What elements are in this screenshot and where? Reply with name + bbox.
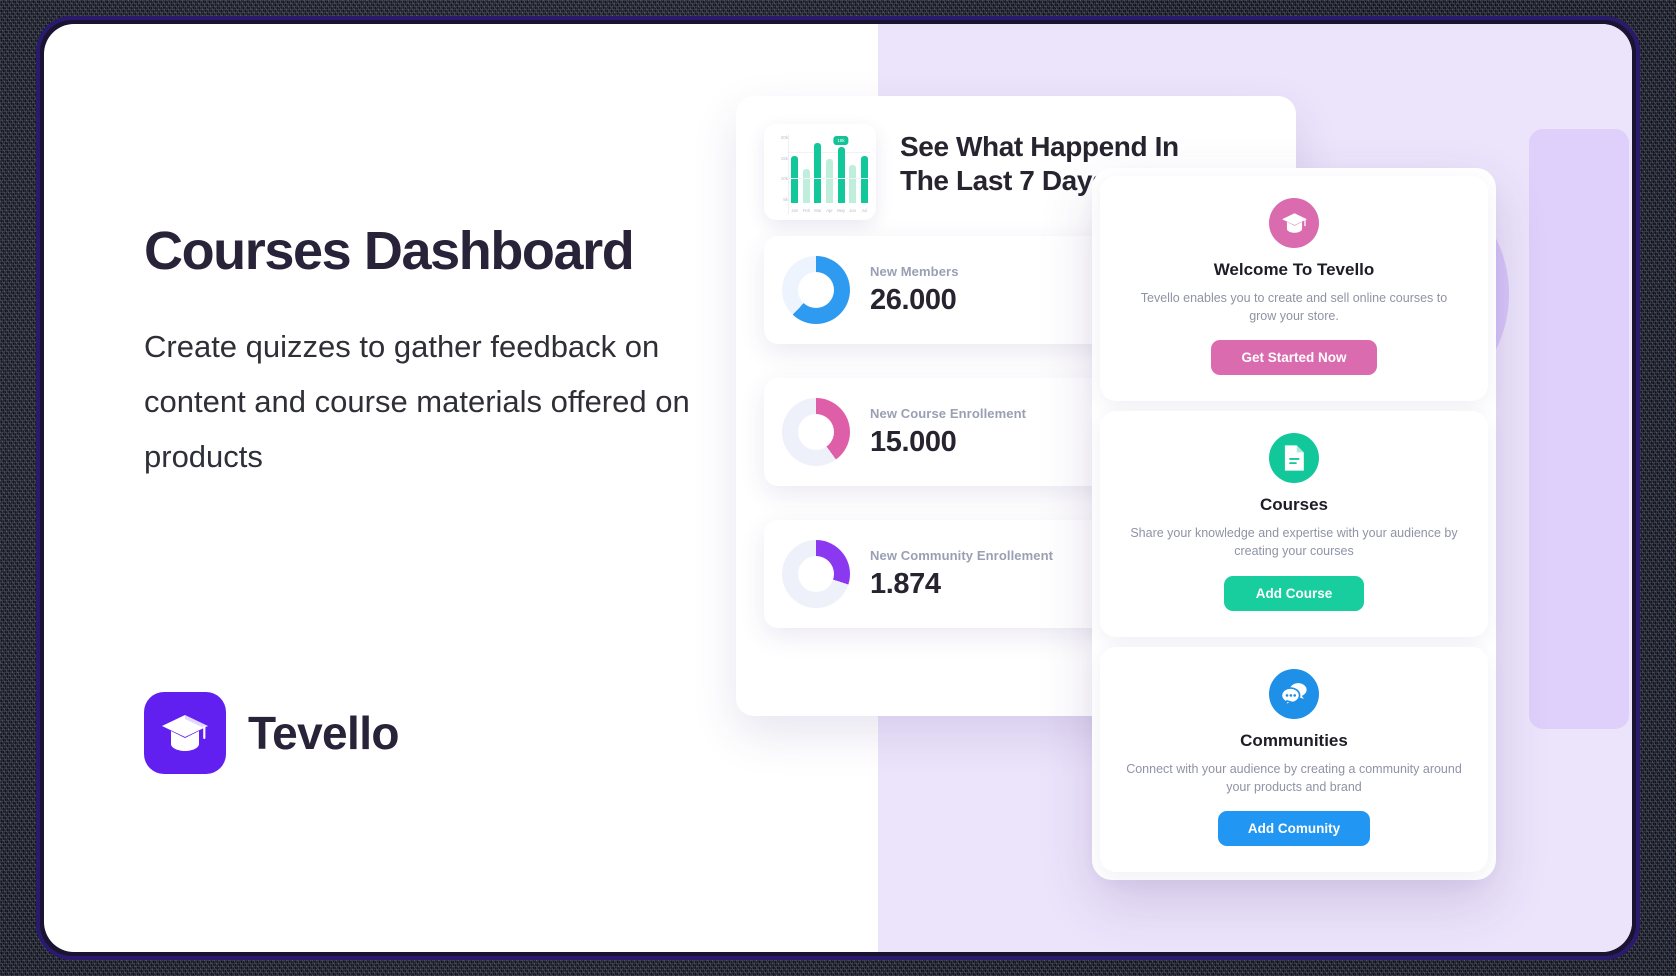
chart-y-axis: 20k 15k 10k 5k [770, 134, 788, 214]
graduation-cap-icon [1269, 198, 1319, 248]
chart-bar: Mar [814, 143, 822, 213]
donut-hole [798, 556, 834, 592]
chat-bubbles-icon [1269, 668, 1319, 719]
page-title: Courses Dashboard [144, 221, 635, 281]
page-subtitle: Create quizzes to gather feedback on con… [144, 329, 690, 475]
chart-plot-area: Jan Feb Mar Apr May 18k Jun Jul [788, 134, 870, 214]
y-tick-label: 20k [780, 135, 788, 140]
donut-chart [782, 540, 850, 608]
stat-text-block: New Community Enrollement 1.874 [870, 548, 1126, 601]
x-tick-label: Apr [826, 208, 833, 213]
y-tick-label: 15k [780, 155, 788, 161]
chart-bar: May 18k [833, 135, 849, 213]
x-tick-label: Mar [814, 208, 822, 213]
chart-bar: Jul [860, 155, 868, 213]
donut-hole [798, 414, 834, 450]
x-tick-label: May [837, 208, 845, 213]
donut-hole [798, 272, 834, 308]
brand-name: Tevello [248, 707, 400, 759]
x-tick-label: Feb [802, 208, 810, 213]
x-tick-label: Jun [849, 208, 856, 213]
stat-text-block: New Members 26.000 [870, 264, 1126, 317]
chart-bar: Feb [803, 168, 810, 213]
action-card-column: Welcome To Tevello Tevello enables you to… [1092, 168, 1496, 880]
stat-value: 26.000 [870, 283, 957, 316]
donut-chart [782, 398, 850, 466]
action-card-description: Tevello enables you to create and sell o… [1140, 291, 1448, 324]
action-card-title: Communities [1240, 730, 1348, 750]
action-card-title: Courses [1259, 495, 1329, 515]
action-card-button[interactable]: Add Comunity [1217, 810, 1371, 846]
weekly-thumb-chart: 20k 15k 10k 5k Jan Feb Mar Apr May 18k Jun Jul [764, 124, 876, 220]
chart-bar: Apr [825, 159, 833, 213]
stat-value: 1.874 [870, 567, 941, 600]
donut-chart [782, 256, 850, 324]
action-card: Communities Connect with your audience by… [1100, 646, 1488, 872]
y-tick-label: 10k [780, 176, 788, 181]
outer-frame: Courses Dashboard Create quizzes to gath… [0, 0, 1676, 976]
chart-bar: Jan [791, 155, 799, 213]
action-card: Courses Share your knowledge and expertis… [1100, 411, 1488, 637]
chart-bar: Jun [849, 165, 857, 213]
action-card-button[interactable]: Get Started Now [1211, 340, 1377, 376]
action-card: Welcome To Tevello Tevello enables you to… [1100, 176, 1488, 402]
stat-label: New Members [870, 263, 959, 279]
x-tick-label: Jul [861, 208, 867, 213]
stat-value: 15.000 [870, 425, 957, 458]
action-card-description: Connect with your audience by creating a… [1126, 761, 1462, 794]
action-card-title: Welcome To Tevello [1213, 260, 1375, 279]
brand-logo: Tevello [144, 692, 400, 774]
document-icon [1269, 433, 1319, 484]
stat-label: New Course Enrollement [870, 405, 1027, 421]
stat-text-block: New Course Enrollement 15.000 [870, 406, 1126, 459]
promo-card: Courses Dashboard Create quizzes to gath… [44, 24, 1632, 952]
graduation-cap-icon [144, 692, 226, 774]
x-tick-label: Jan [791, 208, 799, 213]
y-tick-label: 5k [783, 196, 788, 202]
action-card-description: Share your knowledge and expertise with … [1130, 526, 1458, 559]
stat-label: New Community Enrollement [870, 547, 1054, 563]
action-card-button[interactable]: Add Course [1224, 575, 1364, 611]
chart-tooltip: 18k [833, 135, 849, 145]
decorative-rounded-rect [1529, 129, 1629, 729]
